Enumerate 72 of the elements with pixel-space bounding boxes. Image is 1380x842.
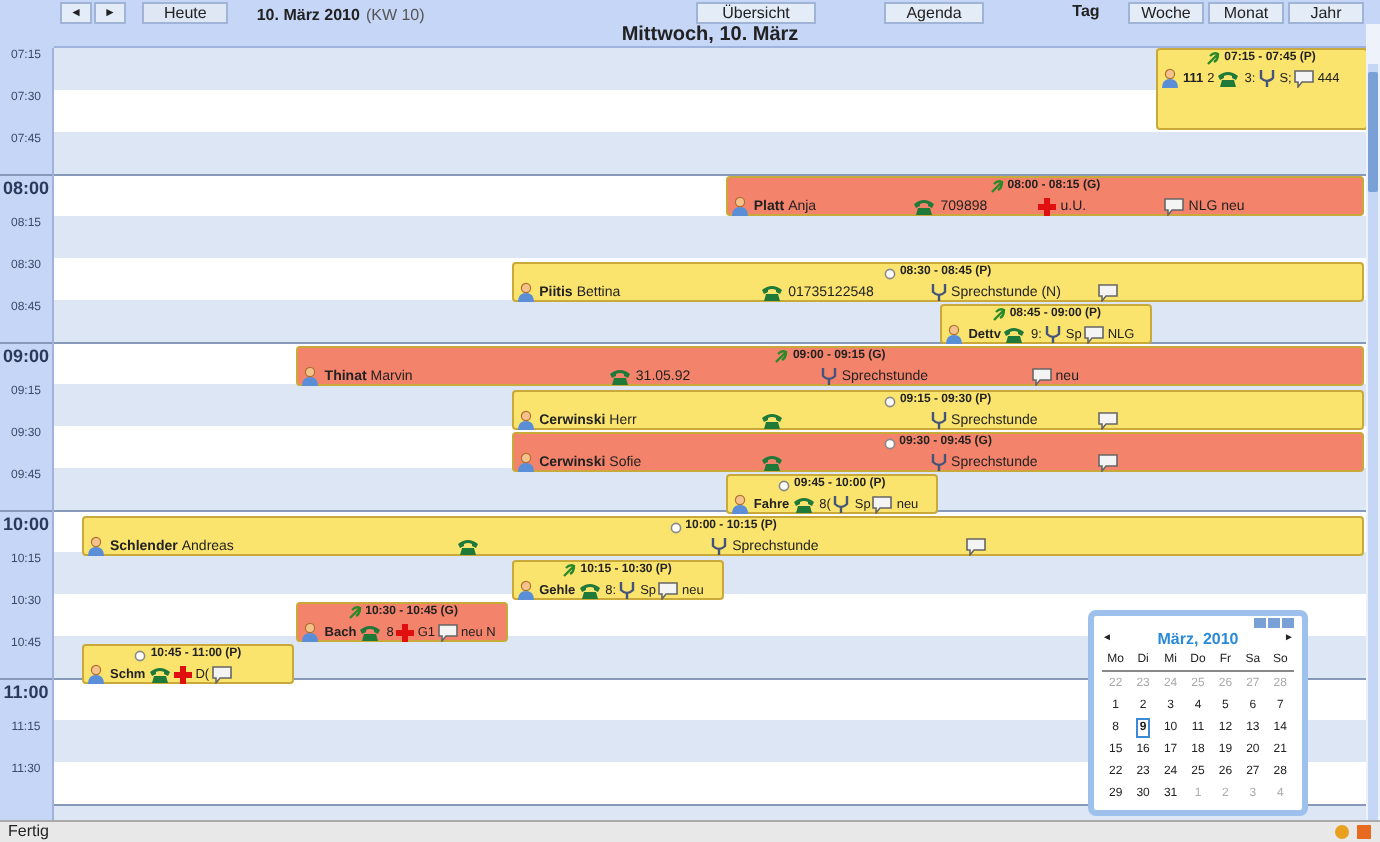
status-icon [669, 521, 682, 533]
view-tab[interactable]: Jahr [1288, 2, 1364, 24]
cross-icon [173, 665, 192, 683]
time-label: 10:00 [0, 510, 52, 552]
status-icon [1206, 52, 1221, 66]
person-icon [515, 282, 536, 302]
comment-icon [1098, 453, 1119, 471]
phone-icon [760, 411, 785, 429]
week-number: (KW 10) [365, 8, 425, 24]
scrollbar[interactable] [1366, 24, 1380, 820]
person-icon [515, 410, 536, 430]
stethoscope-icon [929, 410, 948, 430]
phone-icon [358, 623, 383, 641]
cross-icon [395, 623, 414, 641]
comment-icon [1293, 69, 1314, 87]
comment-icon [1031, 367, 1052, 385]
phone-icon [760, 453, 785, 471]
phone-icon [1216, 69, 1241, 87]
status-icon [347, 606, 362, 620]
view-tab[interactable]: Woche [1128, 2, 1204, 24]
status-text: Fertig [8, 820, 49, 842]
phone-icon [147, 665, 172, 683]
time-label: 11:00 [0, 678, 52, 720]
status-icon [134, 649, 147, 661]
person-icon [300, 622, 321, 642]
stethoscope-icon [618, 580, 637, 600]
stethoscope-icon [710, 536, 729, 556]
phone-icon [912, 197, 937, 215]
window-controls-icon[interactable] [1254, 618, 1294, 628]
stethoscope-icon [1043, 324, 1062, 344]
stethoscope-icon [929, 282, 948, 302]
person-icon [1159, 68, 1179, 88]
month-title: März, 2010 [1157, 627, 1239, 651]
phone-icon [455, 537, 480, 555]
stethoscope-icon [832, 494, 851, 514]
comment-icon [965, 537, 985, 555]
phone-icon [791, 495, 816, 513]
phone-icon [577, 581, 602, 599]
comment-icon [437, 623, 457, 641]
phone-icon [1002, 325, 1027, 343]
day-header: Mittwoch, 10. März [54, 24, 1366, 48]
person-icon [729, 196, 750, 216]
status-icon [562, 564, 577, 578]
view-tab[interactable]: Monat [1208, 2, 1284, 24]
stethoscope-icon [1257, 68, 1276, 88]
person-icon [300, 366, 321, 386]
today-button[interactable]: Heute [142, 2, 229, 24]
status-icon [991, 308, 1006, 322]
person-icon [944, 324, 965, 344]
person-icon [729, 494, 750, 514]
status-icon [778, 479, 791, 491]
status-icon [883, 395, 896, 407]
phone-icon [760, 283, 785, 301]
current-date: 10. März 2010 [256, 8, 360, 24]
stethoscope-icon [929, 452, 948, 472]
status-icon [883, 267, 896, 279]
comment-icon [1098, 283, 1119, 301]
person-icon [515, 580, 536, 600]
comment-icon [1164, 197, 1185, 215]
person-icon [86, 664, 106, 684]
status-icon [774, 350, 789, 364]
status-icon [989, 180, 1004, 194]
person-icon [86, 536, 106, 556]
stethoscope-icon [819, 366, 838, 386]
status-icon [883, 437, 896, 449]
person-icon [515, 452, 536, 472]
cross-icon [1038, 197, 1057, 215]
agenda-button[interactable]: Agenda [884, 2, 984, 24]
time-label: 09:00 [0, 342, 52, 384]
overview-button[interactable]: Übersicht [696, 2, 816, 24]
phone-icon [607, 367, 632, 385]
time-label: 08:00 [0, 174, 52, 216]
